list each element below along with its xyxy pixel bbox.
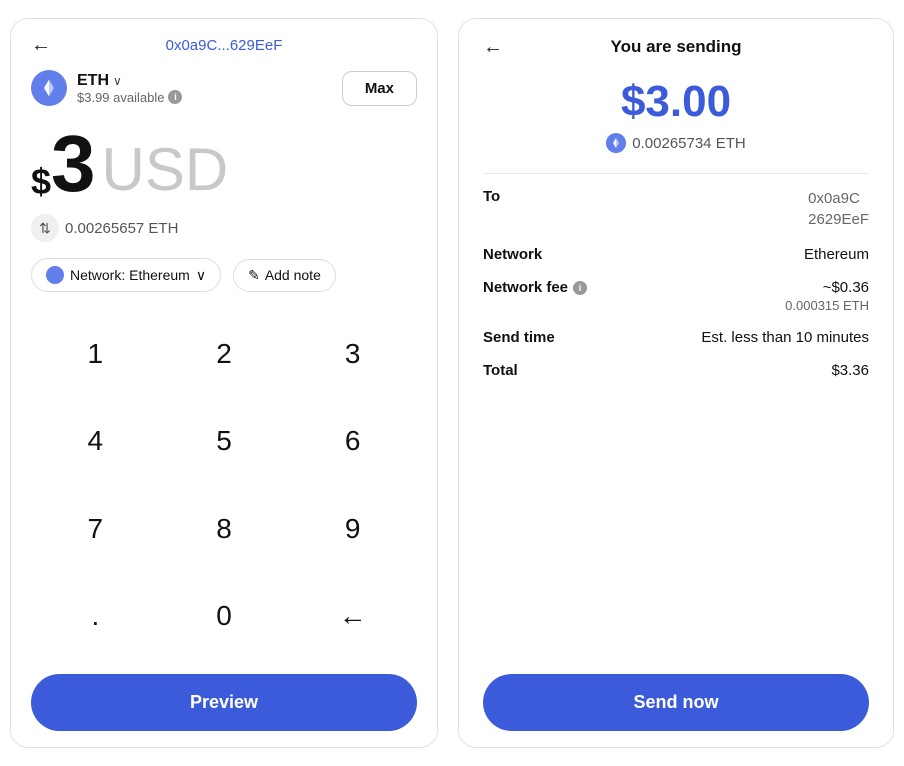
max-button[interactable]: Max [342, 71, 417, 106]
send-time-row: Send time Est. less than 10 minutes [483, 329, 869, 346]
right-top-nav: ← You are sending [483, 37, 869, 57]
send-eth-row: 0.00265734 ETH [483, 133, 869, 153]
token-name-row[interactable]: ETH ∨ [77, 72, 182, 90]
left-back-button[interactable]: ← [31, 34, 51, 57]
swap-icon[interactable]: ⇅ [31, 214, 59, 242]
fee-label-group: Network fee i [483, 279, 587, 296]
amount-display: $ 3 USD [31, 124, 417, 204]
network-chevron-icon: ∨ [196, 267, 206, 284]
network-eth-icon [46, 266, 64, 284]
divider [483, 173, 869, 174]
key-4[interactable]: 4 [31, 398, 160, 486]
dollar-sign: $ [31, 164, 51, 200]
fee-value: ~$0.36 [785, 279, 869, 296]
right-back-button[interactable]: ← [483, 36, 503, 59]
add-note-label: Add note [265, 267, 321, 283]
network-fee-row: Network fee i ~$0.36 0.000315 ETH [483, 279, 869, 313]
network-row: Network Ethereum [483, 246, 869, 263]
key-dot[interactable]: . [31, 573, 160, 661]
total-row: Total $3.36 [483, 362, 869, 379]
token-chevron-icon: ∨ [113, 74, 122, 88]
total-label: Total [483, 362, 518, 379]
key-9[interactable]: 9 [288, 485, 417, 573]
send-screen: ← 0x0a9C...629EeF ETH [10, 18, 438, 748]
eth-equivalent-row: ⇅ 0.00265657 ETH [31, 214, 417, 242]
left-top-nav: ← 0x0a9C...629EeF [31, 37, 417, 54]
add-note-button[interactable]: ✎ Add note [233, 259, 336, 292]
token-details: ETH ∨ $3.99 available i [77, 72, 182, 105]
send-eth-icon [606, 133, 626, 153]
send-now-button[interactable]: Send now [483, 674, 869, 731]
fee-eth: 0.000315 ETH [785, 298, 869, 313]
fee-info-icon[interactable]: i [573, 281, 587, 295]
fee-value-group: ~$0.36 0.000315 ETH [785, 279, 869, 313]
eth-amount-text: 0.00265657 ETH [65, 220, 178, 237]
amount-currency: USD [102, 140, 229, 200]
key-8[interactable]: 8 [160, 485, 289, 573]
token-row: ETH ∨ $3.99 available i Max [31, 70, 417, 106]
fee-label: Network fee [483, 279, 568, 296]
to-address-line1: 0x0a9C [808, 188, 869, 209]
send-eth-text: 0.00265734 ETH [632, 135, 745, 152]
token-balance: $3.99 available i [77, 90, 182, 105]
wallet-address[interactable]: 0x0a9C...629EeF [166, 37, 283, 54]
key-0[interactable]: 0 [160, 573, 289, 661]
confirm-title: You are sending [611, 37, 742, 57]
to-address: 0x0a9C 2629EeF [808, 188, 869, 230]
key-2[interactable]: 2 [160, 310, 289, 398]
pencil-icon: ✎ [248, 267, 260, 284]
total-value: $3.36 [831, 362, 869, 379]
key-5[interactable]: 5 [160, 398, 289, 486]
numpad: 1 2 3 4 5 6 7 8 9 . 0 ← [31, 310, 417, 660]
network-label: Network: Ethereum [70, 267, 190, 283]
to-label: To [483, 188, 500, 205]
amount-number: 3 [51, 124, 96, 204]
to-row: To 0x0a9C 2629EeF [483, 188, 869, 230]
key-1[interactable]: 1 [31, 310, 160, 398]
key-3[interactable]: 3 [288, 310, 417, 398]
network-button[interactable]: Network: Ethereum ∨ [31, 258, 221, 292]
key-7[interactable]: 7 [31, 485, 160, 573]
confirm-screen: ← You are sending $3.00 0.00265734 ETH [458, 18, 894, 748]
send-time-label: Send time [483, 329, 555, 346]
send-time-value: Est. less than 10 minutes [701, 329, 869, 346]
balance-info-icon[interactable]: i [168, 90, 182, 104]
send-amount-big: $3.00 [483, 77, 869, 127]
options-row: Network: Ethereum ∨ ✎ Add note [31, 258, 417, 292]
token-info: ETH ∨ $3.99 available i [31, 70, 182, 106]
token-name: ETH [77, 72, 109, 90]
network-value: Ethereum [804, 246, 869, 263]
to-address-line2: 2629EeF [808, 209, 869, 230]
key-6[interactable]: 6 [288, 398, 417, 486]
eth-icon [31, 70, 67, 106]
preview-button[interactable]: Preview [31, 674, 417, 731]
network-label: Network [483, 246, 542, 263]
key-backspace[interactable]: ← [288, 573, 417, 661]
